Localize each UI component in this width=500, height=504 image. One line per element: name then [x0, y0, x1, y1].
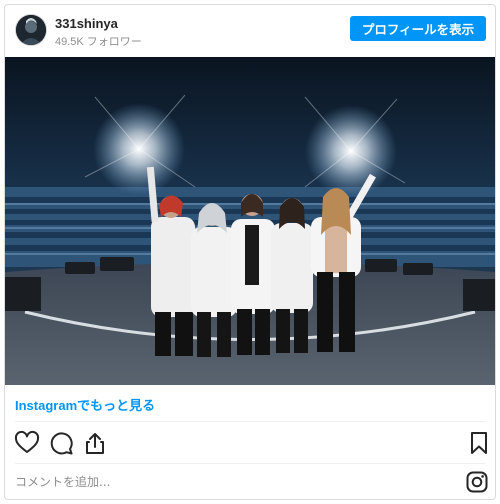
follower-count: 49.5K フォロワー — [55, 36, 142, 48]
bookmark-icon[interactable] — [465, 429, 493, 457]
action-bar — [5, 425, 495, 461]
divider — [15, 421, 485, 422]
comment-area: コメントを追加... — [5, 463, 495, 499]
instagram-embed: 331shinya 49.5K フォロワー プロフィールを表示 Instagra… — [4, 4, 496, 500]
share-icon[interactable] — [81, 429, 109, 457]
post-photo[interactable] — [5, 57, 495, 385]
view-more-link[interactable]: Instagramでもっと見る — [15, 395, 155, 414]
comment-input[interactable]: コメントを追加... — [15, 473, 110, 490]
avatar[interactable] — [16, 15, 46, 45]
post-header: 331shinya 49.5K フォロワー プロフィールを表示 — [5, 5, 495, 57]
heart-icon[interactable] — [13, 429, 41, 457]
concert-photo — [5, 57, 495, 385]
view-profile-button[interactable]: プロフィールを表示 — [350, 16, 486, 41]
instagram-icon[interactable] — [465, 470, 489, 494]
comment-icon[interactable] — [47, 429, 75, 457]
username[interactable]: 331shinya — [55, 16, 118, 31]
avatar-image — [16, 15, 46, 45]
